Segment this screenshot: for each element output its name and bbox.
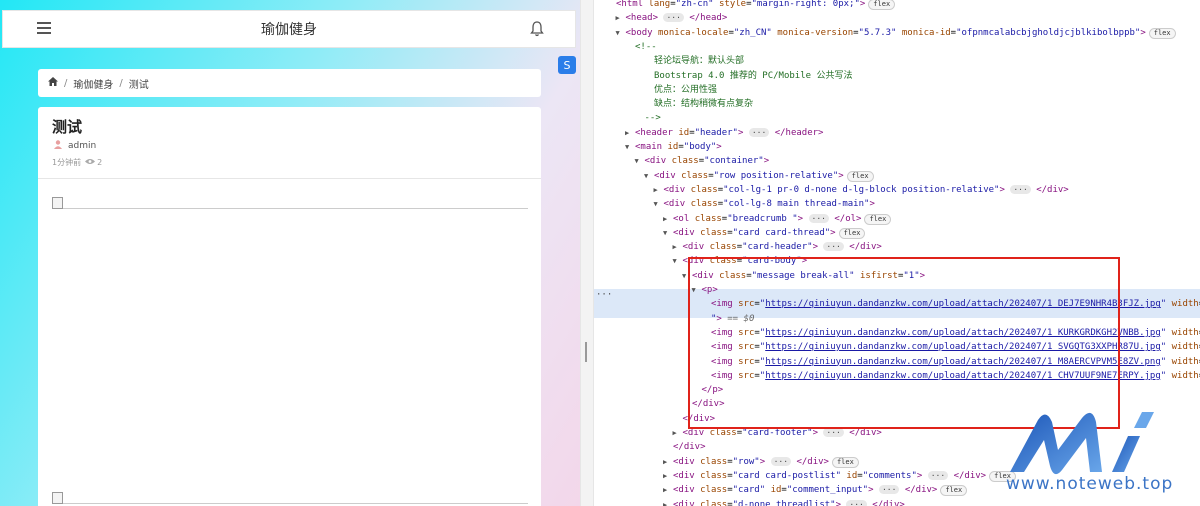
dom-tree-node[interactable]: ▶ <div class="card card-postlist" id="com… [663, 469, 1016, 483]
collapse-arrow-icon[interactable]: ▼ [616, 26, 626, 40]
dom-tree-node[interactable]: ▶ <div class="d-none threadlist"> ··· </d… [663, 498, 905, 506]
dom-tree-node[interactable]: ▶ <div class="card-header"> ··· </div> [673, 240, 882, 254]
thread-card: 测试 admin 1分钟前 2 [38, 107, 541, 506]
dom-node-markup: <header id="header"> ··· </header> [635, 127, 824, 138]
dom-node-markup: <div class="d-none threadlist"> ··· </di… [673, 499, 905, 506]
layout-badge[interactable]: flex [846, 170, 874, 182]
dom-tree-node[interactable]: <!-- [625, 40, 657, 54]
dom-node-markup: <div class="container"> [644, 156, 770, 167]
collapse-arrow-icon[interactable]: ▼ [635, 154, 645, 168]
dom-node-markup: <main id="body"> [635, 142, 722, 152]
bell-icon[interactable] [529, 20, 545, 38]
dom-node-markup: <div class="card" id="comment_input"> ··… [673, 485, 938, 496]
dom-node-markup: <!-- [635, 41, 657, 52]
breadcrumb-separator: / [119, 77, 123, 89]
drag-handle-icon[interactable] [585, 342, 587, 362]
post-author[interactable]: admin [54, 140, 96, 152]
dom-node-markup: <head> ··· </head> [625, 13, 728, 24]
expand-arrow-icon[interactable]: ▶ [663, 498, 673, 506]
dom-tree-node[interactable]: 优点：公用性强 [644, 83, 717, 97]
expand-arrow-icon[interactable]: ▶ [673, 240, 683, 254]
dom-node-markup: <div class="row position-relative"> [654, 170, 844, 181]
author-name: admin [68, 141, 97, 151]
post-time: 1分钟前 [52, 158, 82, 167]
post-title: 测试 [52, 118, 83, 136]
dom-tree-node[interactable]: 缺点：结构稍微有点复杂 [644, 97, 753, 111]
dom-node-markup: <div class="card-header"> ··· </div> [682, 242, 882, 253]
sidebar-toggle-button[interactable]: S [558, 56, 576, 74]
broken-image-icon [52, 492, 63, 504]
dom-tree-node[interactable]: Bootstrap 4.0 推荐的 PC/Mobile 公共写法 [644, 69, 852, 83]
broken-image-icon [52, 197, 63, 209]
dom-node-markup: 轻论坛导航：默认头部 [654, 56, 745, 67]
layout-badge[interactable]: flex [838, 227, 866, 239]
dom-tree-node[interactable]: ▼ <div class="container"> [635, 154, 770, 168]
collapse-arrow-icon[interactable]: ▼ [663, 226, 673, 240]
card-divider [38, 178, 541, 179]
dom-node-markup: <body monica-locale="zh_CN" monica-versi… [625, 27, 1146, 38]
dom-node-markup: <div class="row"> ··· </div> [673, 456, 829, 467]
breadcrumb: / 瑜伽健身 / 测试 [38, 69, 541, 97]
dom-tree-node[interactable]: <html lang="zh-cn" style="margin-right: … [606, 0, 896, 11]
breadcrumb-separator: / [64, 77, 68, 89]
expand-arrow-icon[interactable]: ▶ [663, 469, 673, 483]
expand-arrow-icon[interactable]: ▶ [616, 11, 626, 25]
collapse-arrow-icon[interactable]: ▼ [625, 140, 635, 154]
dom-node-markup: 优点：公用性强 [654, 84, 718, 95]
collapse-arrow-icon[interactable]: ▼ [644, 169, 654, 183]
expand-arrow-icon[interactable]: ▶ [673, 426, 683, 440]
watermark-text: www.noteweb.top [1006, 474, 1174, 494]
dom-node-markup: Bootstrap 4.0 推荐的 PC/Mobile 公共写法 [654, 70, 853, 81]
dom-tree-node[interactable]: ▶ <div class="row"> ··· </div> flex [663, 455, 859, 469]
dom-tree-node[interactable]: ▼ <div class="row position-relative"> flex [644, 169, 874, 183]
dom-tree-node[interactable]: ▶ <div class="col-lg-1 pr-0 d-none d-lg-b… [654, 183, 1069, 197]
dom-tree-node[interactable]: --> [635, 111, 661, 125]
dom-node-markup: </div> [673, 442, 706, 453]
top-navbar: 瑜伽健身 [2, 10, 576, 48]
dom-node-markup: --> [644, 113, 661, 124]
layout-badge[interactable]: flex [831, 456, 859, 468]
layout-badge[interactable]: flex [864, 213, 892, 225]
breadcrumb-item-forum[interactable]: 瑜伽健身 [73, 76, 113, 91]
layout-badge[interactable]: flex [940, 485, 968, 497]
dom-tree-node[interactable]: ▼ <main id="body"> [625, 140, 722, 154]
dom-tree-node[interactable]: ▼ <body monica-locale="zh_CN" monica-vers… [616, 26, 1176, 40]
dom-tree-node[interactable]: ▶ <ol class="breadcrumb "> ··· </ol> flex [663, 212, 892, 226]
dom-node-markup: <div class="card card-thread"> [673, 227, 836, 238]
dom-node-markup: <div class="card card-postlist" id="comm… [673, 470, 987, 481]
layout-badge[interactable]: flex [1148, 27, 1176, 39]
dom-node-markup: <html lang="zh-cn" style="margin-right: … [616, 0, 866, 9]
dom-tree-node[interactable]: ▶ <div class="card" id="comment_input"> ·… [663, 483, 968, 497]
dom-tree-node[interactable]: </div> [663, 440, 706, 454]
home-icon[interactable] [48, 77, 58, 89]
dom-node-markup: <div class="col-lg-8 main thread-main"> [663, 199, 875, 210]
dom-tree-node[interactable]: ▼ <div class="col-lg-8 main thread-main"> [654, 197, 875, 211]
dom-node-markup: <div class="card-footer"> ··· </div> [682, 428, 882, 438]
dom-tree-node[interactable]: 轻论坛导航：默认头部 [644, 54, 744, 68]
panel-splitter[interactable] [580, 0, 594, 506]
expand-arrow-icon[interactable]: ▶ [663, 455, 673, 469]
post-views: 2 [97, 158, 103, 167]
dom-node-markup: <div class="col-lg-1 pr-0 d-none d-lg-bl… [663, 184, 1069, 195]
collapse-arrow-icon[interactable]: ▼ [673, 254, 683, 268]
post-meta: 1分钟前 2 [52, 157, 102, 168]
site-title: 瑜伽健身 [261, 22, 317, 38]
expand-arrow-icon[interactable]: ▶ [663, 483, 673, 497]
collapse-arrow-icon[interactable]: ▼ [654, 197, 664, 211]
dom-node-markup: 缺点：结构稍微有点复杂 [654, 99, 754, 110]
dom-node-markup: <ol class="breadcrumb "> ··· </ol> [673, 213, 862, 224]
eye-icon [85, 158, 96, 167]
expand-arrow-icon[interactable]: ▶ [663, 212, 673, 226]
user-icon [54, 140, 62, 152]
expand-arrow-icon[interactable]: ▶ [654, 183, 664, 197]
webpage-viewport: 瑜伽健身 S / 瑜伽健身 / 测试 测试 admin 1分钟前 2 [0, 0, 580, 506]
expand-arrow-icon[interactable]: ▶ [625, 126, 635, 140]
dom-tree-node[interactable]: ▼ <div class="card card-thread"> flex [663, 226, 866, 240]
broken-image [52, 197, 528, 220]
breadcrumb-item-current: 测试 [128, 79, 149, 91]
dom-tree-node[interactable]: ▶ <head> ··· </head> [616, 11, 728, 25]
ellipsis-icon[interactable]: ··· [596, 290, 612, 300]
layout-badge[interactable]: flex [868, 0, 896, 10]
dom-tree-node[interactable]: ▶ <header id="header"> ··· </header> [625, 126, 823, 140]
